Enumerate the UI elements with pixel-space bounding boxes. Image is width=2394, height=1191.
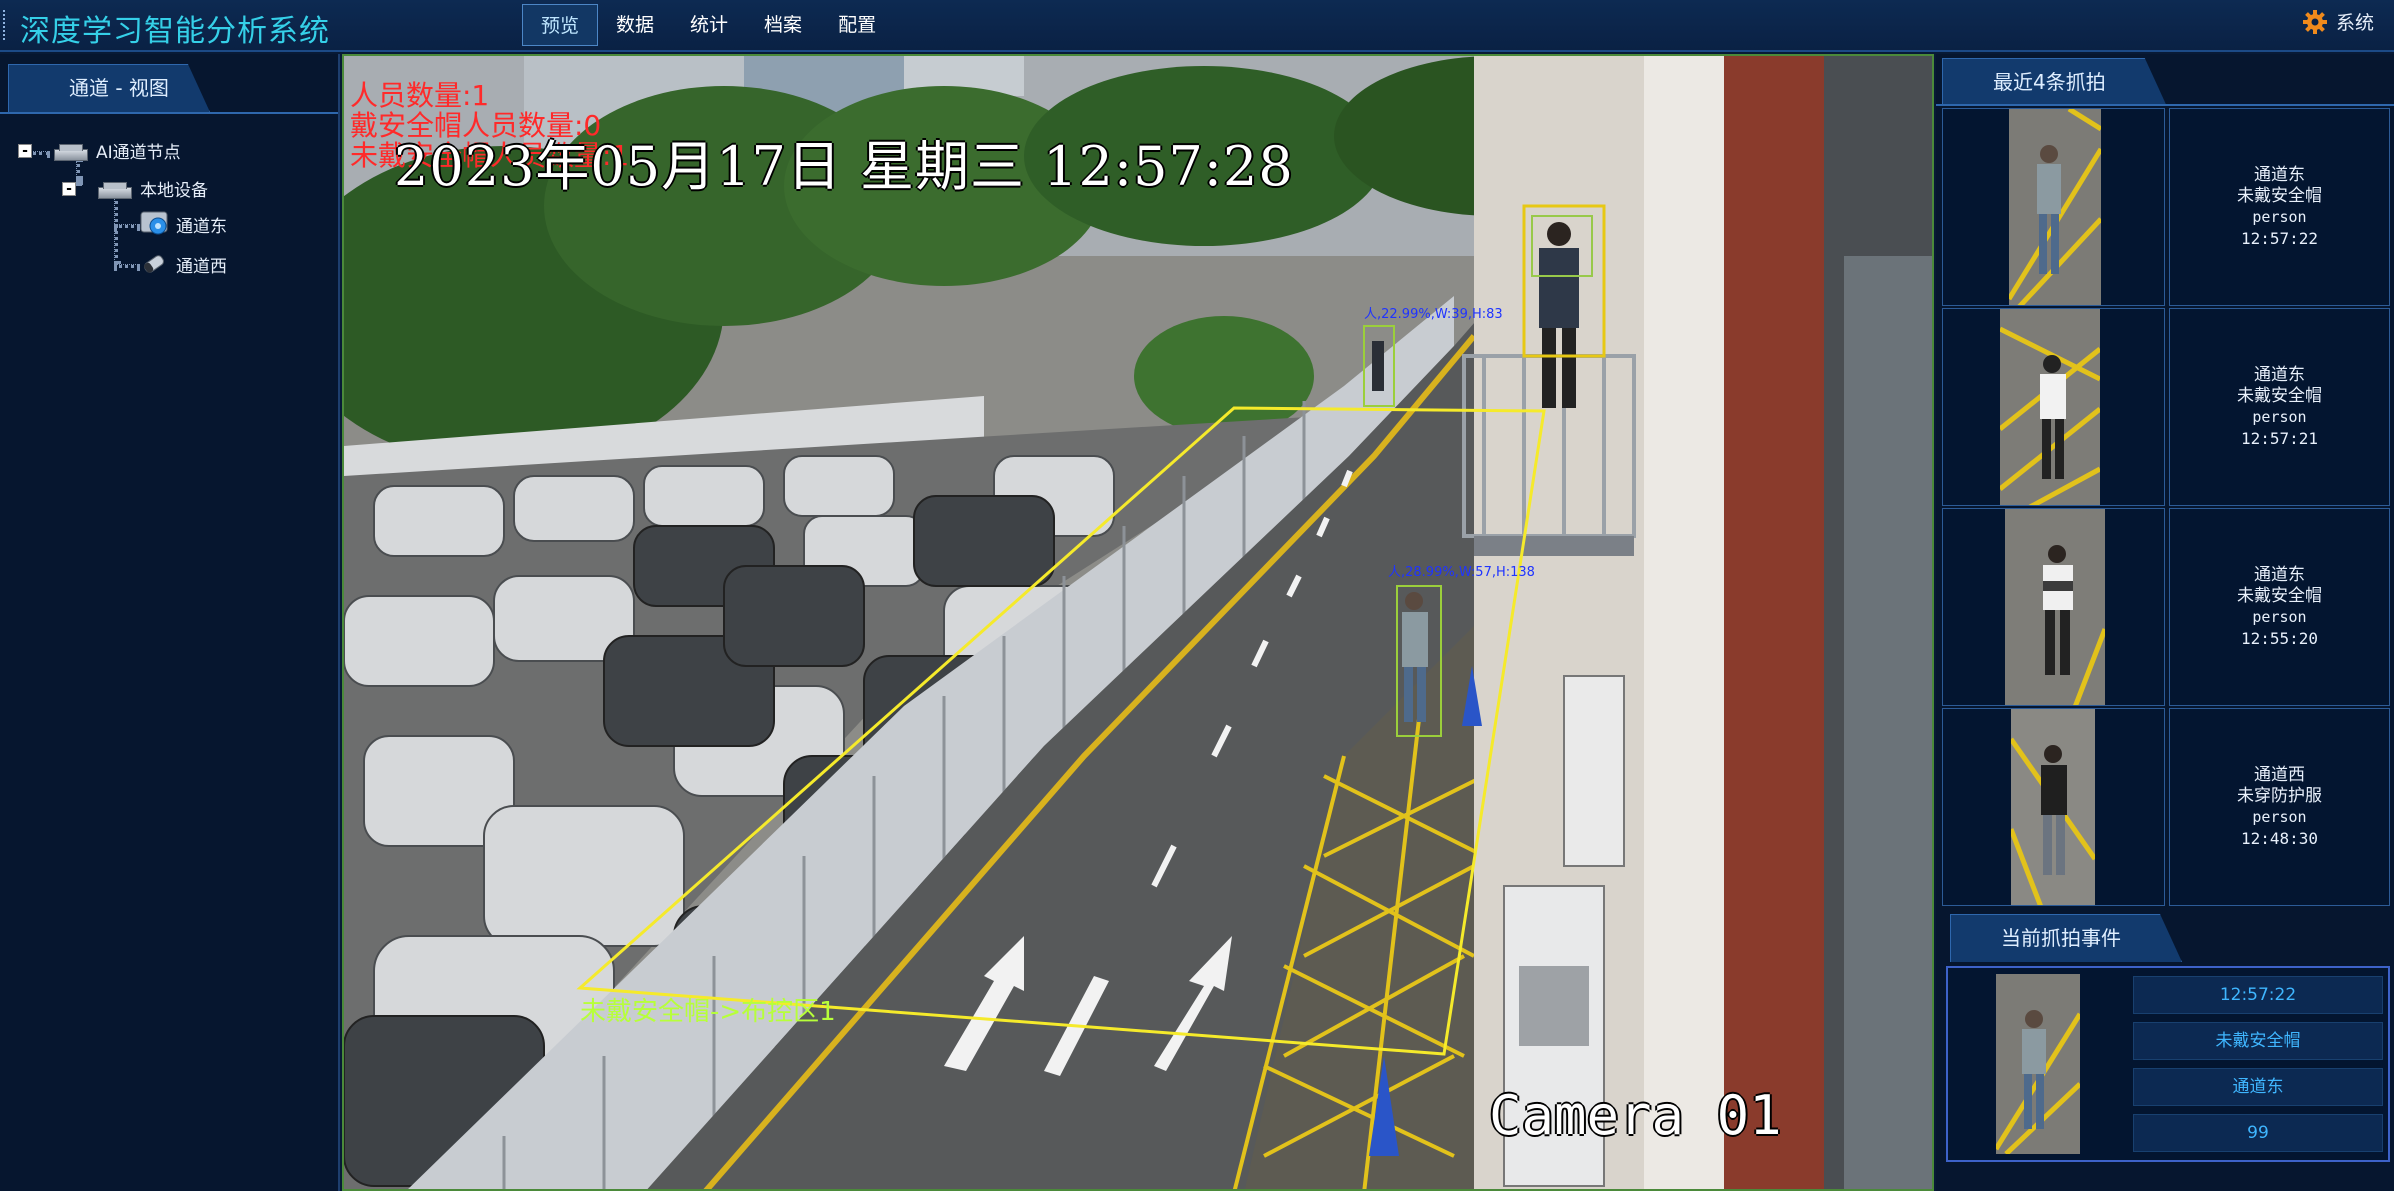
channel-view-tab[interactable]: 通道 - 视图 xyxy=(8,64,210,112)
capture-info: 通道东 未戴安全帽 person 12:57:21 xyxy=(2169,308,2390,506)
capture-time: 12:48:30 xyxy=(2240,829,2319,848)
system-label: 系统 xyxy=(2335,12,2374,34)
tree-node-channel-east[interactable]: 通道东 xyxy=(140,210,227,238)
recent-capture-item[interactable]: 通道东 未戴安全帽 person 12:55:20 xyxy=(1942,508,2390,706)
current-event-channel: 通道东 xyxy=(2133,1068,2383,1106)
tree-node-label: 通道西 xyxy=(176,256,227,277)
recent-capture-tab[interactable]: 最近4条抓拍 xyxy=(1942,58,2167,106)
app-title: 深度学习智能分析系统 xyxy=(20,14,330,49)
top-bar: 深度学习智能分析系统 预览 数据 统计 档案 配置 系统 xyxy=(0,0,2394,52)
capture-event: 未戴安全帽 xyxy=(2237,586,2322,606)
capture-object: person xyxy=(2252,808,2307,826)
capture-channel: 通道西 xyxy=(2254,765,2305,785)
capture-channel: 通道东 xyxy=(2254,365,2305,385)
capture-event: 未戴安全帽 xyxy=(2237,186,2322,206)
capture-image xyxy=(2009,109,2101,305)
capture-time: 12:57:22 xyxy=(2240,229,2319,248)
capture-image xyxy=(2011,709,2095,905)
capture-thumbnail[interactable] xyxy=(1942,508,2165,706)
tree-connector xyxy=(114,264,140,268)
server-icon xyxy=(98,181,132,199)
current-event-header: 当前抓拍事件 xyxy=(1936,910,2394,962)
collapse-icon[interactable]: - xyxy=(62,181,76,196)
current-event-tab[interactable]: 当前抓拍事件 xyxy=(1950,914,2182,962)
capture-object: person xyxy=(2252,608,2307,626)
recent-capture-item[interactable]: 通道东 未戴安全帽 person 12:57:22 xyxy=(1942,108,2390,306)
menu-archive[interactable]: 档案 xyxy=(746,4,820,46)
zone-label: 未戴安全帽->布控区1 xyxy=(580,997,836,1027)
capture-time: 12:55:20 xyxy=(2240,629,2319,648)
collapse-icon[interactable]: - xyxy=(18,143,32,158)
channel-view-panel: 通道 - 视图 - AI通道节点 - 本地设备 通道东 通道西 xyxy=(0,54,340,1191)
tree-node-label: AI通道节点 xyxy=(96,143,181,163)
recent-capture-header: 最近4条抓拍 xyxy=(1936,54,2394,106)
tree-node-local-device[interactable]: - 本地设备 xyxy=(62,176,208,201)
server-icon xyxy=(54,143,88,161)
tree-node-label: 通道东 xyxy=(176,216,227,237)
menu-data[interactable]: 数据 xyxy=(598,4,672,46)
detection-label: 人,22.99%,W:39,H:83 xyxy=(1364,307,1503,322)
drag-grip-icon[interactable] xyxy=(3,10,7,40)
tree-node-label: 本地设备 xyxy=(140,181,208,201)
capture-event: 未穿防护服 xyxy=(2237,786,2322,806)
current-event-type: 未戴安全帽 xyxy=(2133,1022,2383,1060)
video-preview[interactable]: 人员数量:1 戴安全帽人员数量:0 未戴安全帽人员数量:1 2023年05月17… xyxy=(342,54,1934,1191)
capture-object: person xyxy=(2252,408,2307,426)
recent-capture-item[interactable]: 通道西 未穿防护服 person 12:48:30 xyxy=(1942,708,2390,906)
bullet-camera-icon xyxy=(144,255,164,273)
capture-image xyxy=(2005,509,2105,705)
capture-time: 12:57:21 xyxy=(2240,429,2319,448)
main-menu: 预览 数据 统计 档案 配置 xyxy=(522,4,894,46)
capture-thumbnail[interactable] xyxy=(1942,108,2165,306)
current-capture-image[interactable] xyxy=(1996,974,2080,1154)
app-window: 深度学习智能分析系统 预览 数据 统计 档案 配置 系统 通道 - 视图 - A… xyxy=(0,0,2394,1191)
menu-preview[interactable]: 预览 xyxy=(522,4,599,46)
system-button[interactable]: 系统 xyxy=(2302,8,2374,35)
capture-thumbnail[interactable] xyxy=(1942,708,2165,906)
tab-underline xyxy=(1936,104,2394,106)
recent-capture-item[interactable]: 通道东 未戴安全帽 person 12:57:21 xyxy=(1942,308,2390,506)
current-event-time: 12:57:22 xyxy=(2133,976,2383,1014)
capture-thumbnail[interactable] xyxy=(1942,308,2165,506)
tree-node-channel-west[interactable]: 通道西 xyxy=(140,250,227,278)
capture-info: 通道东 未戴安全帽 person 12:55:20 xyxy=(2169,508,2390,706)
capture-image xyxy=(2000,309,2100,505)
channel-view-tab-header: 通道 - 视图 xyxy=(0,54,338,114)
capture-channel: 通道东 xyxy=(2254,165,2305,185)
current-event-box: 12:57:22 未戴安全帽 通道东 99 xyxy=(1946,966,2390,1162)
osd-datetime: 2023年05月17日 星期三 12:57:28 xyxy=(394,135,1294,198)
capture-info: 通道东 未戴安全帽 person 12:57:22 xyxy=(2169,108,2390,306)
capture-object: person xyxy=(2252,208,2307,226)
capture-channel: 通道东 xyxy=(2254,565,2305,585)
tree-node-ai-root[interactable]: - AI通道节点 xyxy=(18,138,181,163)
capture-panel: 最近4条抓拍 通道东 未戴安全帽 person 12:57:22 通道东 未戴安… xyxy=(1936,54,2394,1191)
camera-label: Camera 01 xyxy=(1489,1084,1782,1147)
menu-config[interactable]: 配置 xyxy=(820,4,894,46)
capture-info: 通道西 未穿防护服 person 12:48:30 xyxy=(2169,708,2390,906)
detection-label: 人,28.99%,W:57,H:138 xyxy=(1388,565,1535,580)
menu-statistics[interactable]: 统计 xyxy=(672,4,746,46)
channel-tree: - AI通道节点 - 本地设备 通道东 通道西 xyxy=(0,114,338,277)
capture-event: 未戴安全帽 xyxy=(2237,386,2322,406)
dome-camera-icon xyxy=(140,211,168,235)
current-event-value: 99 xyxy=(2133,1114,2383,1152)
tree-connector xyxy=(114,224,140,228)
gear-icon xyxy=(2302,9,2327,34)
